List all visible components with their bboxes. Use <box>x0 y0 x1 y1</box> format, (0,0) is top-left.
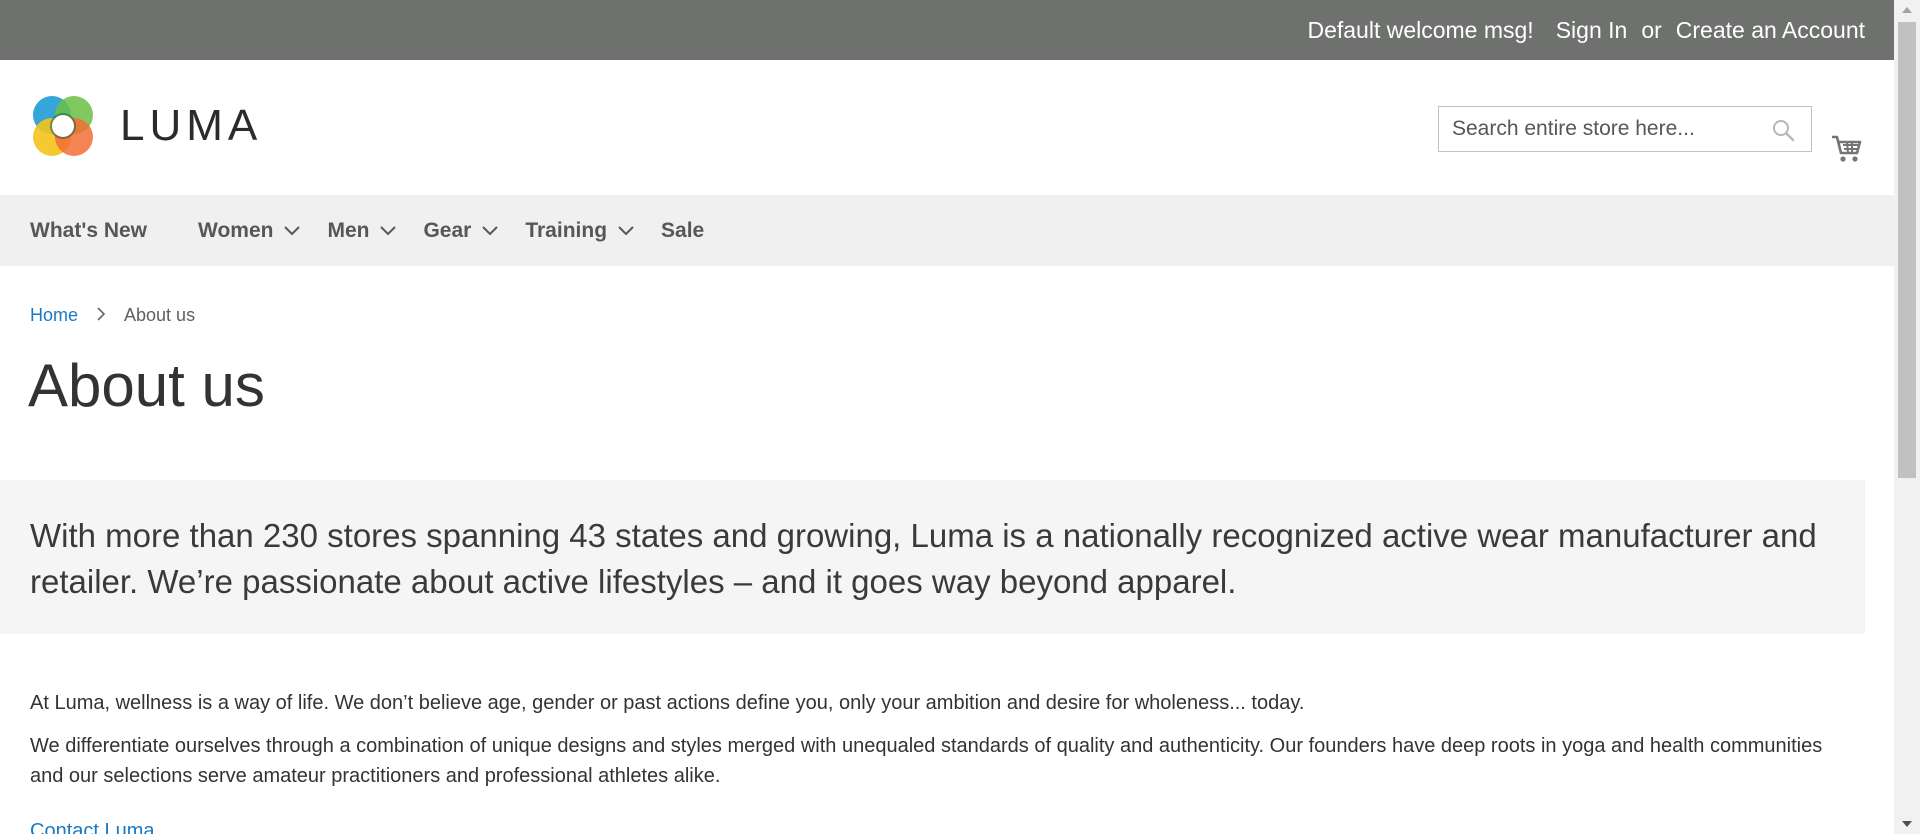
main-nav: What's New Women Men Gear Training Sale <box>0 195 1894 266</box>
nav-item-label: Gear <box>423 218 472 242</box>
sign-in-link[interactable]: Sign In <box>1556 17 1628 44</box>
top-bar: Default welcome msg! Sign In or Create a… <box>0 0 1894 60</box>
chevron-down-icon <box>380 225 397 235</box>
nav-item-label: Women <box>198 218 274 242</box>
logo-link[interactable]: LUMA <box>30 93 262 159</box>
intro-banner: With more than 230 stores spanning 43 st… <box>0 480 1865 634</box>
welcome-message: Default welcome msg! <box>1307 16 1534 43</box>
scrollbar-thumb[interactable] <box>1898 22 1916 478</box>
search-icon[interactable] <box>1771 118 1795 147</box>
or-text: or <box>1641 16 1662 43</box>
create-account-link[interactable]: Create an Account <box>1676 17 1865 44</box>
search-box <box>1438 106 1812 152</box>
nav-item-training[interactable]: Training <box>525 219 635 243</box>
breadcrumb: Home About us <box>30 305 195 326</box>
luma-logo-icon <box>33 96 93 156</box>
vertical-scrollbar[interactable] <box>1894 0 1920 834</box>
nav-item-sale[interactable]: Sale <box>661 219 704 243</box>
breadcrumb-current: About us <box>124 305 196 325</box>
page-title: About us <box>28 352 265 419</box>
nav-item-label: What's New <box>30 218 148 242</box>
chevron-down-icon <box>482 225 499 235</box>
header: LUMA <box>0 60 1894 195</box>
nav-item-label: Training <box>525 218 608 242</box>
nav-item-women[interactable]: Women <box>198 219 301 243</box>
chevron-right-icon <box>96 305 106 326</box>
logo-text: LUMA <box>120 101 263 150</box>
page-content: Default welcome msg! Sign In or Create a… <box>0 0 1894 834</box>
breadcrumb-home-link[interactable]: Home <box>30 305 78 326</box>
body-paragraph-1: At Luma, wellness is a way of life. We d… <box>30 692 1305 714</box>
nav-item-label: Men <box>327 218 370 242</box>
cart-icon[interactable] <box>1831 133 1863 170</box>
chevron-down-icon <box>284 225 301 235</box>
contact-luma-link[interactable]: Contact Luma <box>30 820 155 834</box>
scroll-down-arrow-icon[interactable] <box>1894 814 1920 834</box>
body-paragraph-2: We differentiate ourselves through a com… <box>30 735 1823 787</box>
nav-item-gear[interactable]: Gear <box>423 219 499 243</box>
scroll-up-arrow-icon[interactable] <box>1894 0 1920 20</box>
nav-item-label: Sale <box>661 218 705 242</box>
page: Default welcome msg! Sign In or Create a… <box>0 0 1920 834</box>
nav-item-men[interactable]: Men <box>327 219 397 243</box>
nav-item-whats-new[interactable]: What's New <box>30 219 147 243</box>
chevron-down-icon <box>618 225 634 235</box>
search-input[interactable] <box>1439 116 1754 142</box>
